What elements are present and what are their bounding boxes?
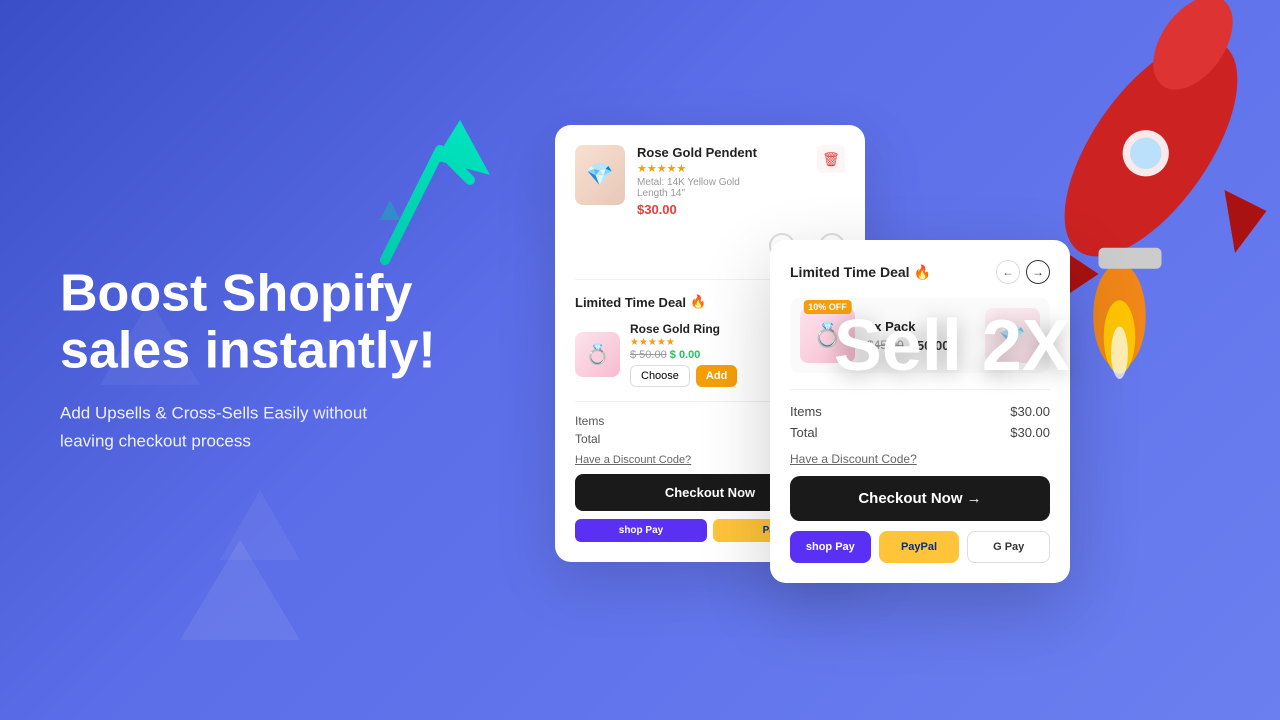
deal-header-front: Limited Time Deal 🔥 ← → <box>790 260 1050 284</box>
deal-item-new-price: $ 0.00 <box>670 349 701 361</box>
cart-item-price: $30.00 <box>637 202 805 217</box>
deal-prev-button[interactable]: ← <box>996 260 1020 284</box>
checkout-button-front[interactable]: Checkout Now → <box>790 476 1050 521</box>
items-label-small: Items <box>575 414 604 428</box>
deal-item-image-small: 💍 <box>575 332 620 377</box>
items-row-front: Items $30.00 <box>790 404 1050 419</box>
sell-2x-text: Sell 2X <box>834 310 1070 382</box>
total-label-small: Total <box>575 432 600 446</box>
hero-subtitle: Add Upsells & Cross-Sells Easily without… <box>60 400 420 454</box>
delete-button[interactable]: 🗑 <box>817 145 845 173</box>
cart-item-image: 💎 <box>575 145 625 205</box>
items-label-front: Items <box>790 404 822 419</box>
cart-item-meta-1: Metal: 14K Yellow Gold <box>637 177 805 188</box>
shoppay-button-front[interactable]: shop Pay <box>790 531 871 563</box>
deal-navigation: ← → <box>996 260 1050 284</box>
items-value-front: $30.00 <box>1010 404 1050 419</box>
paypal-button-front[interactable]: PayPal <box>879 531 960 563</box>
hero-title: Boost Shopify sales instantly! <box>60 266 460 380</box>
add-button-small[interactable]: Add <box>696 365 737 387</box>
arrow-graphic <box>370 100 490 285</box>
cart-item-meta-2: Length 14" <box>637 188 805 199</box>
payment-buttons-front: shop Pay PayPal G Pay <box>790 531 1050 563</box>
shoppay-button-small[interactable]: shop Pay <box>575 519 707 542</box>
gpay-button-front[interactable]: G Pay <box>967 531 1050 563</box>
discount-link-front[interactable]: Have a Discount Code? <box>790 452 1050 466</box>
cart-item-name: Rose Gold Pendent <box>637 145 805 160</box>
total-value-front: $30.00 <box>1010 425 1050 440</box>
cart-item-stars: ★★★★★ <box>637 162 805 175</box>
total-row-front: Total $30.00 <box>790 425 1050 440</box>
choose-button-small[interactable]: Choose <box>630 365 690 387</box>
deal-item-old-price: $ 50.00 <box>630 349 667 361</box>
deal-next-button[interactable]: → <box>1026 260 1050 284</box>
deal-title-front: Limited Time Deal 🔥 <box>790 264 931 281</box>
hero-content: Boost Shopify sales instantly! Add Upsel… <box>60 266 460 455</box>
order-summary-front: Items $30.00 Total $30.00 <box>790 389 1050 440</box>
cart-item-info: Rose Gold Pendent ★★★★★ Metal: 14K Yello… <box>637 145 805 217</box>
bg-decoration-2 <box>220 490 300 560</box>
checkout-card: Limited Time Deal 🔥 ← → 10% OFF 💍 2x Pac… <box>770 240 1070 583</box>
total-label-front: Total <box>790 425 817 440</box>
cart-item-row: 💎 Rose Gold Pendent ★★★★★ Metal: 14K Yel… <box>575 145 845 217</box>
